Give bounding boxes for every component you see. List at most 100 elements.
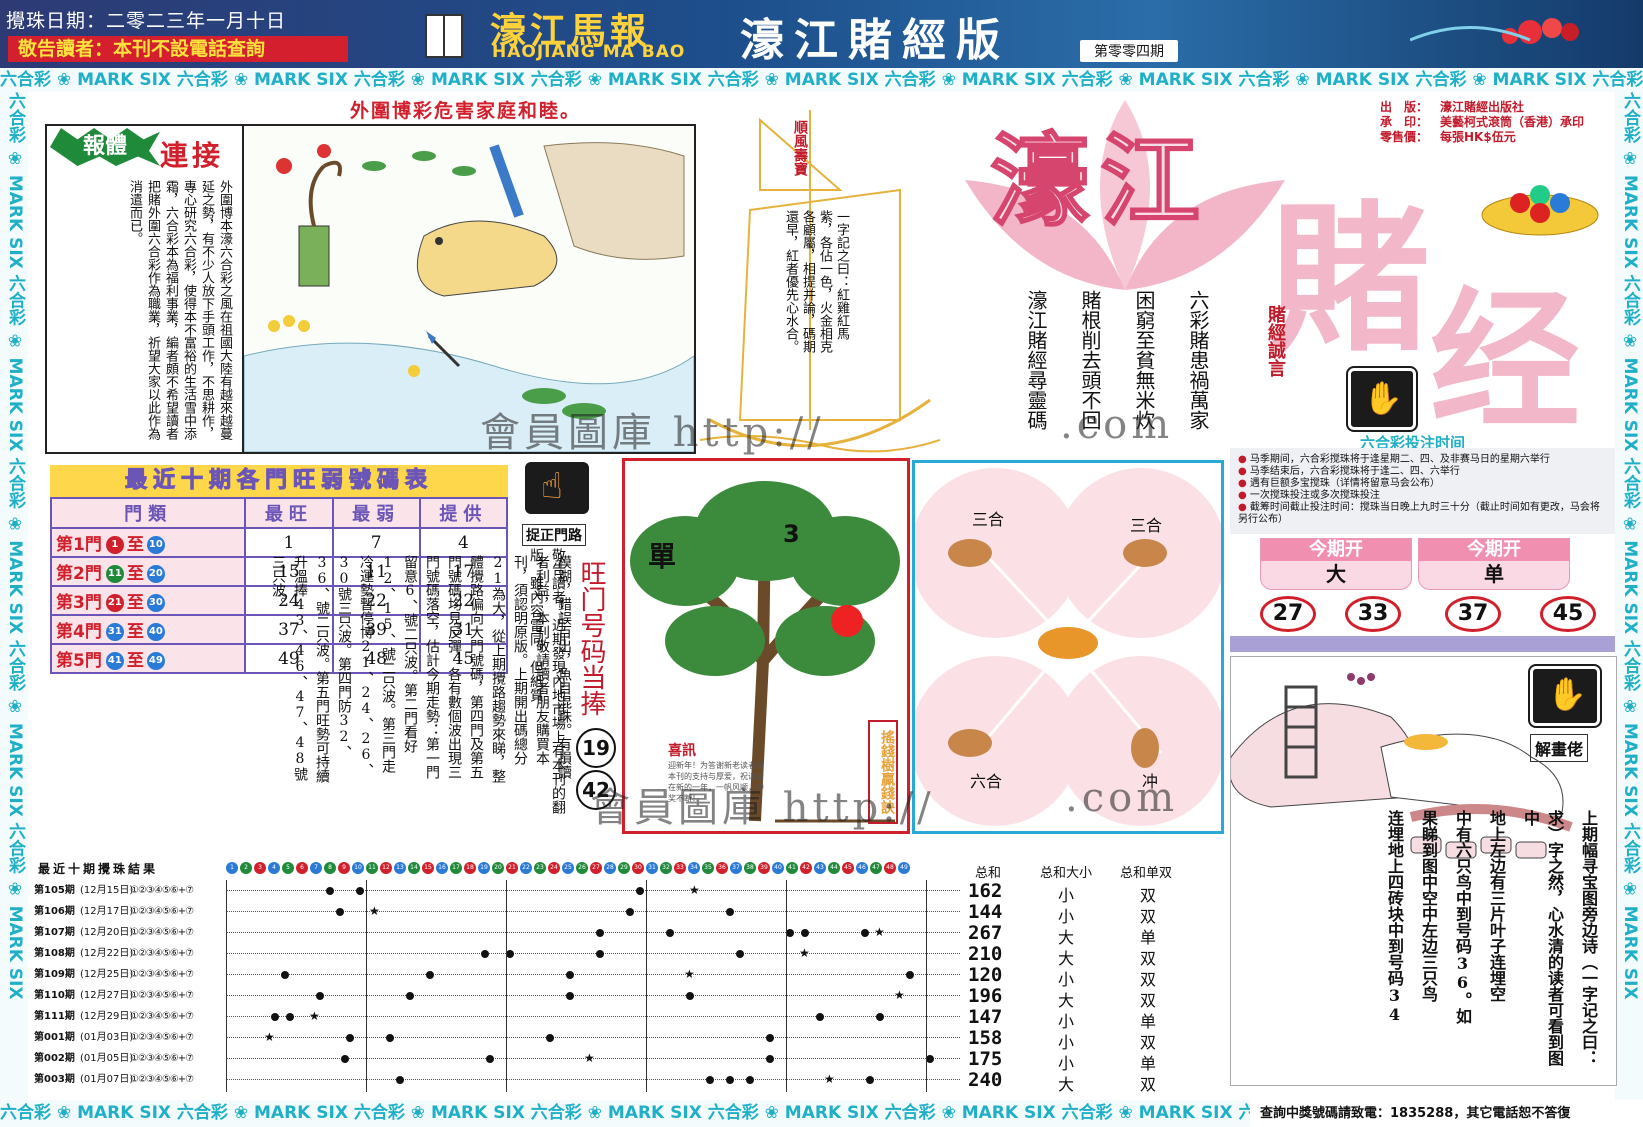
star-mark: ★ [689,883,700,897]
mark-six-strip-top: 六合彩 ❀ MARK SIX 六合彩 ❀ MARK SIX 六合彩 ❀ MARK… [0,68,1643,92]
star-mark: ★ [369,904,380,918]
number-ball: 14 [408,862,420,874]
issue-number: 第零零四期 [1080,40,1178,62]
mark-six-strip-left: 六合彩 ❀ MARK SIX 六合彩 ❀ MARK SIX 六合彩 ❀ MARK… [0,92,28,1100]
sum-value: 210 [968,943,1003,965]
sum-value: 144 [968,901,1003,923]
size-value: 大 [1058,1075,1075,1094]
draw-row: 第107期 (12月20日) ①②③④⑤⑥+⑦ ★ [30,922,960,943]
dot-mark [636,887,644,895]
bet-time-item: 马季期间，六合彩搅珠将于逢星期二、四、及非赛马日的星期六举行 [1238,454,1607,466]
gate-name: 第1門 [56,535,102,555]
number-ball: 27 [590,862,602,874]
draw-issue: 第002期 [34,1053,75,1064]
number-ball: 49 [898,862,910,874]
contact-line: 查詢中獎號碼請致電：1835288，其它電話恕不答復 [1260,1106,1571,1121]
dot-mark [766,1034,774,1042]
story-title: 連接 [160,139,225,172]
draw-date-cell: (12月29日) [80,1011,134,1022]
sum-value: 240 [968,1069,1003,1091]
draw-issue: 第108期 [34,948,75,959]
draw-date: 攪珠日期：二零二三年一月十日 [6,10,287,32]
gate-name: 第2門 [56,564,102,584]
dot-mark [766,1055,774,1063]
gate-name: 第4門 [56,622,102,642]
draw-date-cell: (01月07日) [80,1074,134,1085]
number-ball: 17 [450,862,462,874]
masthead-du: 賭 [1270,185,1431,373]
poem-line: 濠江賭經尋靈碼 [1024,290,1048,430]
sum-value: 147 [968,1006,1003,1028]
headline: 外圍博彩危害家庭和睦。 [350,100,582,122]
draw-date-cell: (12月27日) [80,990,134,1001]
tree-number: 3 [783,520,800,548]
bet-time-box: 马季期间，六合彩搅珠将于逢星期二、四、及非赛马日的星期六举行 马季结束后，六合彩… [1230,448,1615,534]
draw-date-cell: (12月25日) [80,969,134,980]
draw-row: 第105期 (12月15日) ①②③④⑤⑥+⑦ ★ [30,880,960,901]
draw-date-cell: (12月20日) [80,927,134,938]
stats-title: 最近十期各門旺弱號碼表 [50,465,508,497]
dot-mark [316,992,324,1000]
size-col-header: 总和大小 [1040,866,1093,881]
draw-balls: ①②③④⑤⑥+⑦ [130,1011,194,1022]
hand-icon [1348,368,1416,430]
draw-issue: 第110期 [34,990,75,1001]
star-mark: ★ [584,1051,595,1065]
dot-mark [341,1055,349,1063]
number-ball: 16 [436,862,448,874]
divider-bar [1230,636,1615,652]
draw-row: 第003期 (01月07日) ①②③④⑤⑥+⑦ ★ [30,1069,960,1090]
number-ball: 31 [646,862,658,874]
number-ball: 29 [618,862,630,874]
riddle-line: 果睇到图中空中左边三只鸟 [1419,810,1438,1002]
draw-issue: 第106期 [34,906,75,917]
dot-mark [271,1013,279,1021]
paper-title-en: HAOJIANG MA BAO [492,42,686,62]
draw-row: 第106期 (12月17日) ①②③④⑤⑥+⑦ ★ [30,901,960,922]
dot-mark [566,971,574,979]
draw-balls: ①②③④⑤⑥+⑦ [130,969,194,980]
dot-mark [396,1076,404,1084]
hot-gate-title: 旺门号码当捧 [576,560,606,716]
number-ball: 30 [632,862,644,874]
stats-header-row: 門類 最旺 最弱 提供 [49,497,509,529]
publisher-info: 出 版： 濠江賭經出版社 承 印： 美藝柯式滾筒（香港）承印 零售價： 每張HK$伍元 [1380,100,1584,145]
pick-number: 33 [1345,596,1401,632]
number-ball: 37 [730,862,742,874]
number-ball: 10 [352,862,364,874]
dot-mark [426,971,434,979]
number-ball: 3 [254,862,266,874]
good-news-title: 喜訊 [668,743,696,759]
draw-issue: 第003期 [34,1074,75,1085]
open-odd-cell: 今期开 单 [1418,538,1570,590]
number-ball: 45 [842,862,854,874]
odd-col-header: 总和单双 [1120,866,1173,881]
draw-balls: ①②③④⑤⑥+⑦ [130,927,194,938]
number-ball: 39 [758,862,770,874]
dot-mark [866,1076,874,1084]
number-ball: 13 [394,862,406,874]
dot-mark [326,887,334,895]
to-word: 至 [126,535,144,555]
poem-line: 六彩賭患禍萬家 [1186,290,1210,430]
grid-divider [506,880,507,1092]
gate-to-ball: 10 [146,536,165,554]
draw-balls: ①②③④⑤⑥+⑦ [130,948,194,959]
dot-mark [506,950,514,958]
draw-results-title: 最近十期攪珠結果 [38,862,159,876]
number-ball: 15 [422,862,434,874]
open-size-cell: 今期开 大 [1260,538,1412,590]
dot-mark [481,950,489,958]
dot-line [226,953,960,954]
number-ball: 38 [744,862,756,874]
number-ball: 40 [772,862,784,874]
dot-line [226,1016,960,1017]
grid-divider [646,880,647,1092]
dot-mark [386,1034,394,1042]
bet-time-item: 马季结束后，六合彩搅珠将于逢二、四、六举行 [1238,466,1607,478]
sum-value: 158 [968,1027,1003,1049]
lottery-balls-icon [1410,18,1579,44]
number-ball: 11 [366,862,378,874]
star-mark: ★ [684,967,695,981]
sum-value: 267 [968,922,1003,944]
